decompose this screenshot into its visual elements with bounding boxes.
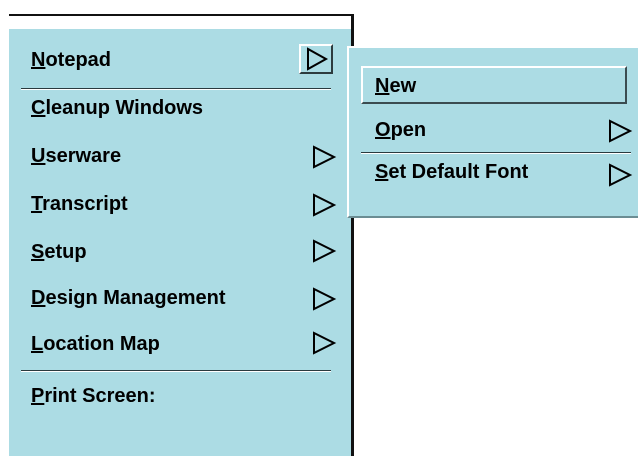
menu-item-cleanup-windows[interactable]: Cleanup Windows (31, 92, 203, 124)
menu-item-location-map[interactable]: Location Map (31, 328, 160, 360)
chevron-right-icon (313, 331, 337, 355)
chevron-right-icon (313, 193, 337, 217)
menu-item-label: et Default Font (388, 161, 529, 183)
mnemonic: N (375, 75, 390, 97)
menu-item-label: serware (45, 145, 122, 167)
chevron-right-icon (609, 119, 633, 143)
separator (21, 370, 331, 372)
menu-item-transcript[interactable]: Transcript (31, 188, 128, 220)
notepad-submenu: New Open Set Default Font (347, 46, 638, 218)
menu-item-label: rint Screen: (44, 385, 156, 407)
menu-item-userware[interactable]: Userware (31, 140, 121, 172)
chevron-right-icon (313, 145, 337, 169)
menu-item-new[interactable]: New (375, 70, 416, 102)
menu-item-label: pen (390, 119, 427, 141)
menu-item-notepad[interactable]: Notepad (31, 44, 111, 76)
mnemonic: O (375, 119, 391, 141)
separator (361, 152, 631, 154)
menu-item-set-default-font[interactable]: Set Default Font (375, 156, 528, 188)
mnemonic: P (31, 385, 45, 407)
menu-item-print-screen[interactable]: Print Screen: (31, 380, 156, 412)
chevron-right-icon (313, 287, 337, 311)
main-menu: Notepad Cleanup Windows Userware Transcr… (9, 16, 354, 456)
menu-item-design-management[interactable]: Design Management (31, 282, 226, 314)
menu-item-label: otepad (45, 49, 112, 71)
chevron-right-icon[interactable] (299, 44, 333, 74)
menu-item-label: esign Management (45, 287, 226, 309)
separator (21, 88, 331, 90)
mnemonic: L (31, 333, 44, 355)
menu-item-label: etup (44, 241, 87, 263)
menu-item-setup[interactable]: Setup (31, 236, 87, 268)
chevron-right-icon (313, 239, 337, 263)
mnemonic: S (31, 241, 45, 263)
mnemonic: T (31, 193, 43, 215)
menu-item-label: ew (389, 75, 417, 97)
menu-item-label: ranscript (42, 193, 128, 215)
mnemonic: D (31, 287, 46, 309)
menu-item-label: ocation Map (43, 333, 160, 355)
mnemonic: S (375, 161, 389, 183)
menu-item-label: leanup Windows (45, 97, 204, 119)
chevron-right-icon (609, 163, 633, 187)
mnemonic: N (31, 49, 46, 71)
menu-item-open[interactable]: Open (375, 114, 426, 146)
mnemonic: C (31, 97, 46, 119)
menu-top-border (9, 14, 354, 16)
mnemonic: U (31, 145, 46, 167)
